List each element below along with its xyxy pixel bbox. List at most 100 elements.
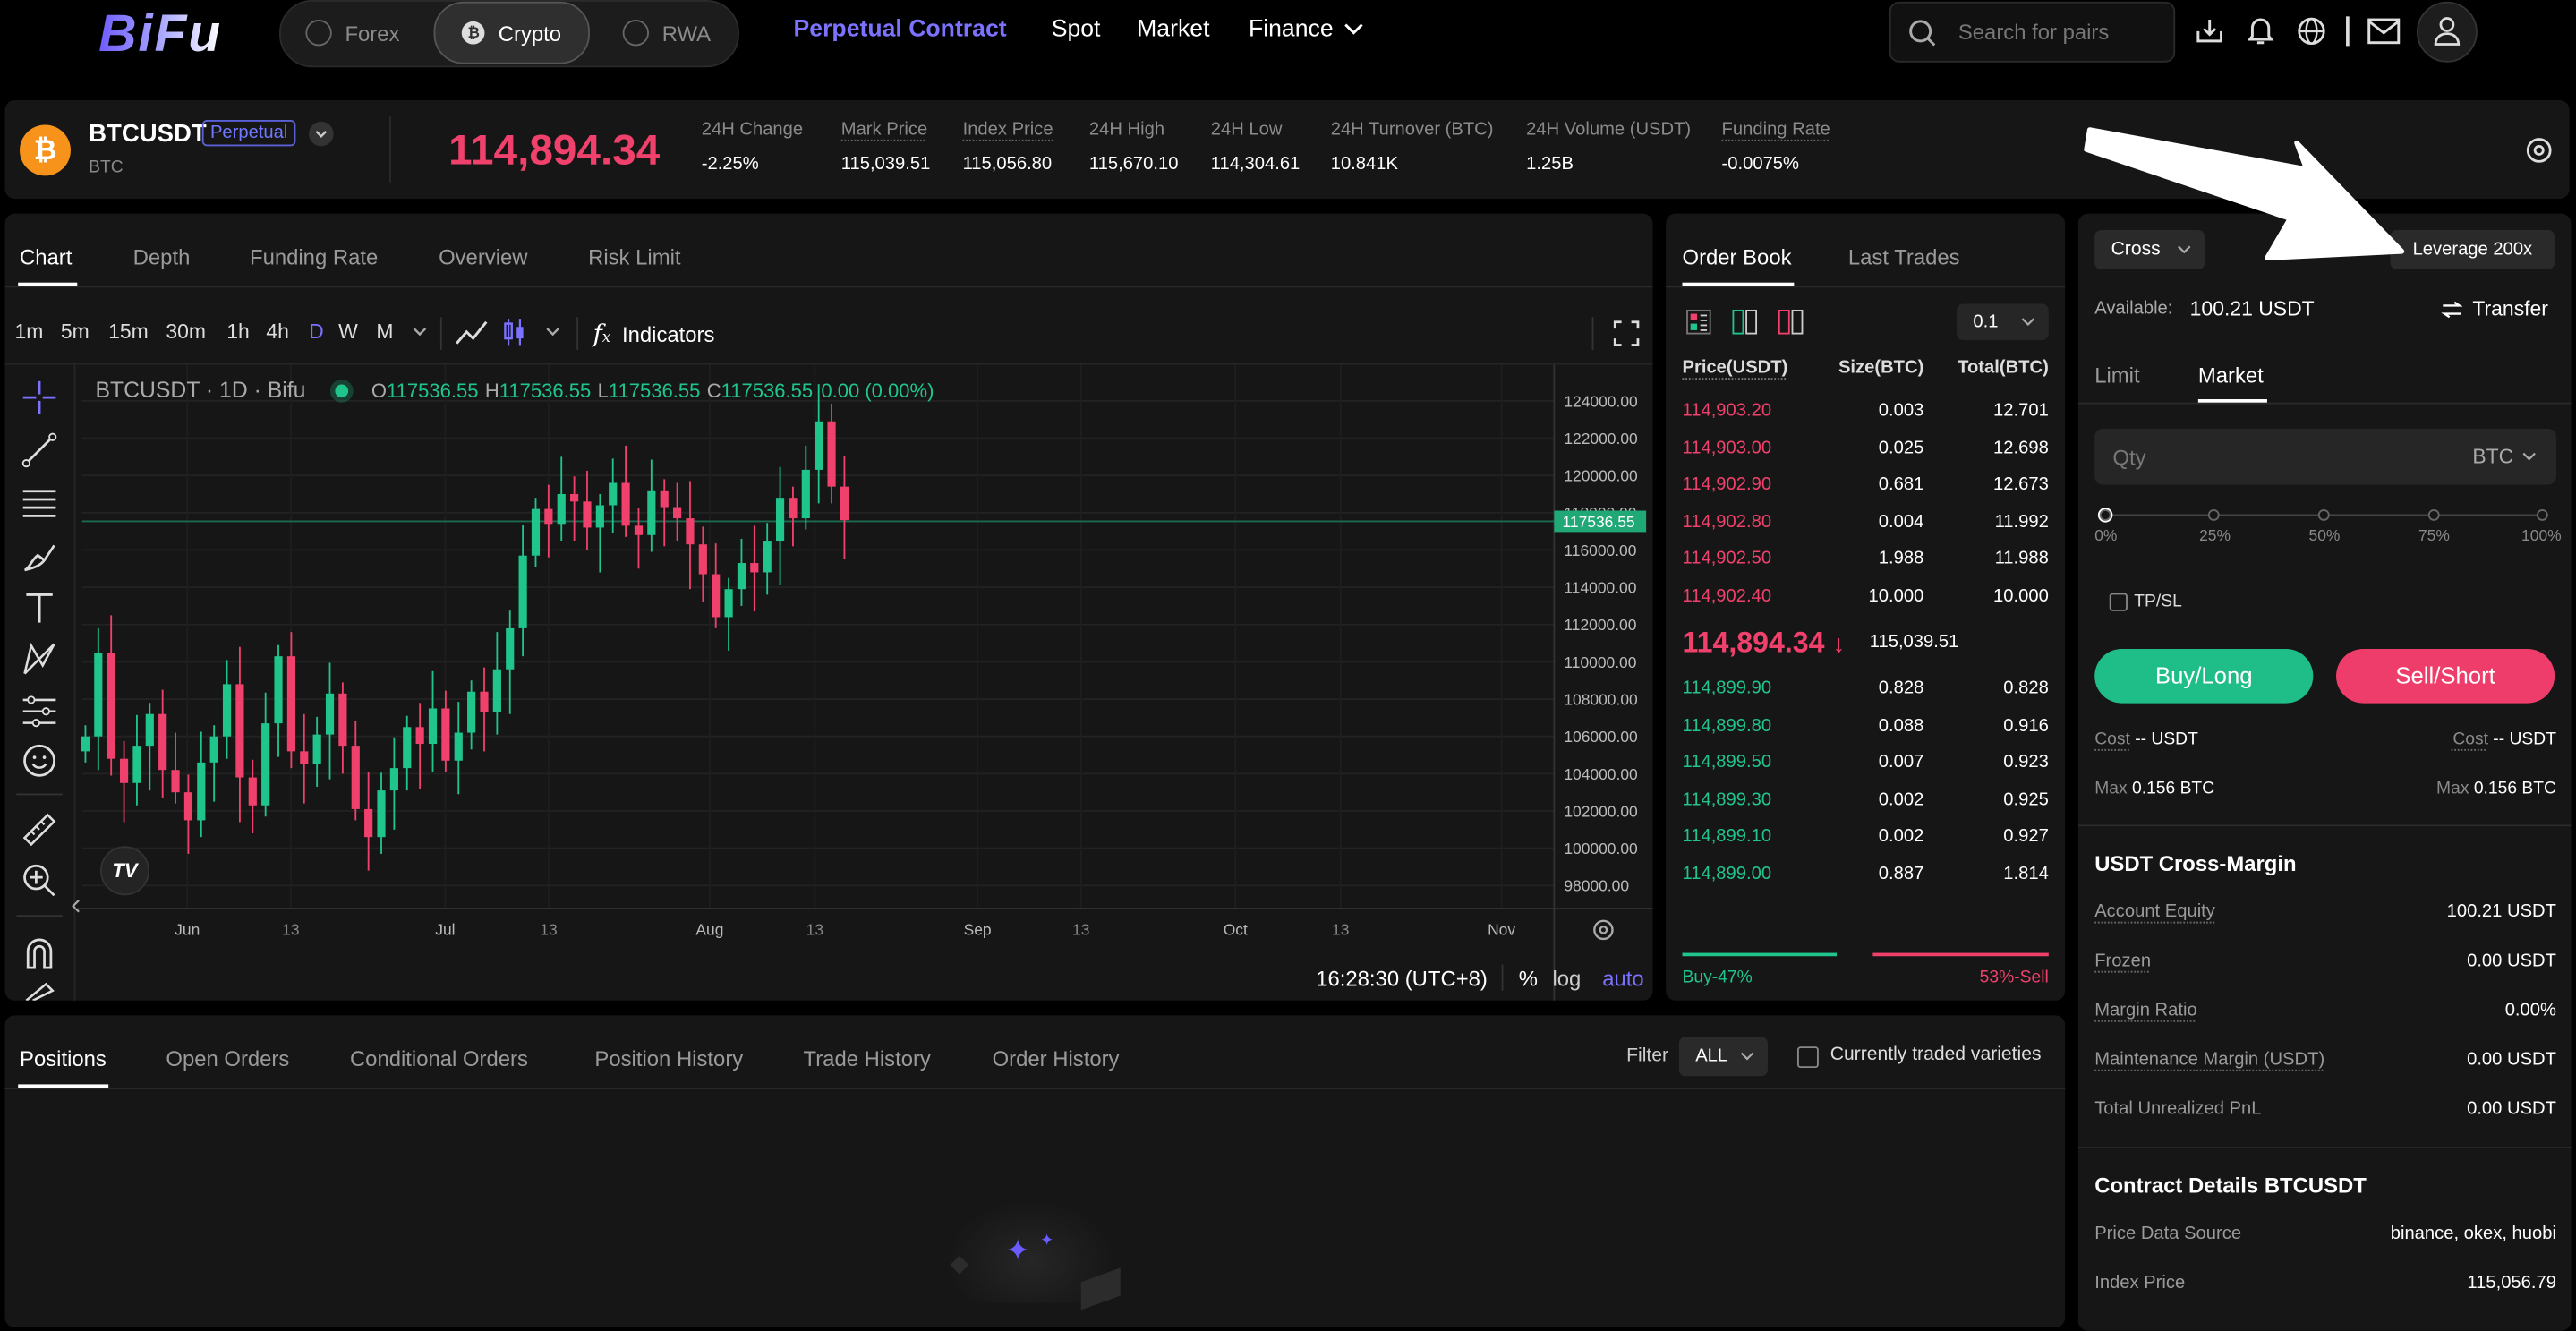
interval-1m[interactable]: 1m: [15, 320, 44, 344]
log-scale-toggle[interactable]: log: [1552, 965, 1581, 990]
ob-price[interactable]: 114,903.00: [1683, 438, 1772, 457]
zoom-in-icon[interactable]: [21, 863, 57, 899]
tpsl-checkbox[interactable]: [2109, 593, 2128, 611]
interval-15m[interactable]: 15m: [108, 320, 149, 344]
positions-tab-order-history[interactable]: Order History: [993, 1046, 1120, 1071]
toolbar-divider: [439, 317, 442, 350]
ob-price[interactable]: 114,899.30: [1683, 789, 1772, 809]
interval-5m[interactable]: 5m: [61, 320, 90, 344]
positions-tab-trade-history[interactable]: Trade History: [804, 1046, 931, 1071]
slider-tick[interactable]: [2427, 508, 2439, 521]
book-both-view-icon[interactable]: [1685, 309, 1711, 335]
ob-price[interactable]: 114,899.90: [1683, 678, 1772, 698]
interval-4h[interactable]: 4h: [266, 320, 289, 344]
mail-icon[interactable]: [2367, 18, 2401, 45]
tab-last-trades[interactable]: Last Trades: [1848, 244, 1960, 269]
emoji-icon[interactable]: [21, 743, 57, 779]
tab-crypto[interactable]: ₿ Crypto: [433, 1, 590, 64]
ob-price[interactable]: 114,902.40: [1683, 586, 1772, 606]
candle-chart-type-icon[interactable]: [503, 317, 526, 346]
tab-order-book[interactable]: Order Book: [1683, 244, 1792, 269]
chart-type-chevron-icon[interactable]: [545, 327, 560, 337]
ob-price[interactable]: 114,902.90: [1683, 475, 1772, 495]
tab-market[interactable]: Market: [2198, 363, 2264, 388]
indicators-button[interactable]: fx Indicators: [593, 319, 715, 348]
stat-label: 24H Turnover (BTC): [1330, 119, 1494, 141]
ob-price[interactable]: 114,903.20: [1683, 401, 1772, 421]
user-avatar-button[interactable]: [2416, 1, 2478, 63]
ob-price[interactable]: 114,899.50: [1683, 753, 1772, 772]
brush-icon[interactable]: [21, 537, 57, 573]
lock-drawing-icon[interactable]: [21, 982, 57, 1001]
prediction-icon[interactable]: [21, 694, 57, 729]
logo[interactable]: BiFu: [98, 4, 222, 64]
precision-select[interactable]: 0.1: [1957, 303, 2049, 340]
ob-price[interactable]: 114,899.00: [1683, 864, 1772, 883]
nav-spot[interactable]: Spot: [1052, 16, 1101, 42]
qty-input[interactable]: Qty BTC: [2094, 429, 2556, 485]
buy-long-button[interactable]: Buy/Long: [2094, 649, 2314, 704]
download-icon[interactable]: [2195, 16, 2224, 46]
book-asks-view-icon[interactable]: [1778, 309, 1804, 335]
chart-tab-chart[interactable]: Chart: [20, 244, 72, 269]
symbol-dropdown-button[interactable]: [309, 121, 334, 147]
chart-tab-overview[interactable]: Overview: [439, 244, 527, 269]
chart-tab-risk-limit[interactable]: Risk Limit: [588, 244, 680, 269]
chart-tab-depth[interactable]: Depth: [133, 244, 191, 269]
ob-price[interactable]: 114,899.80: [1683, 716, 1772, 736]
pattern-icon[interactable]: [21, 641, 57, 677]
tradingview-logo[interactable]: TV: [99, 846, 150, 896]
magnet-icon[interactable]: [21, 934, 57, 970]
transfer-button[interactable]: Transfer: [2441, 297, 2548, 320]
tab-rwa[interactable]: RWA: [622, 16, 711, 49]
positions-tab-position-history[interactable]: Position History: [594, 1046, 743, 1071]
fullscreen-icon[interactable]: [1613, 320, 1640, 346]
x-tick-label: 13: [282, 920, 299, 938]
tab-forex[interactable]: Forex: [305, 16, 399, 49]
interval-D[interactable]: D: [309, 320, 324, 344]
interval-W[interactable]: W: [338, 320, 358, 344]
positions-tab-open-orders[interactable]: Open Orders: [166, 1046, 289, 1071]
nav-finance[interactable]: Finance: [1249, 16, 1363, 43]
chart-tab-funding-rate[interactable]: Funding Rate: [250, 244, 378, 269]
percent-scale-toggle[interactable]: %: [1519, 965, 1538, 990]
slider-tick[interactable]: [2317, 508, 2330, 521]
book-bids-view-icon[interactable]: [1732, 309, 1758, 335]
trend-line-icon[interactable]: [21, 432, 57, 468]
ob-price[interactable]: 114,902.50: [1683, 550, 1772, 569]
slider-tick[interactable]: [2098, 508, 2111, 521]
ob-size: 0.002: [1878, 826, 1924, 847]
search-input[interactable]: Search for pairs: [1958, 20, 2109, 45]
positions-tab-positions[interactable]: Positions: [20, 1046, 107, 1071]
ob-header-price: Price(USDT): [1682, 358, 1788, 379]
sell-short-button[interactable]: Sell/Short: [2336, 649, 2555, 704]
globe-icon[interactable]: [2297, 16, 2326, 46]
ruler-icon[interactable]: [21, 812, 57, 848]
axis-settings-icon[interactable]: [1592, 918, 1616, 942]
positions-tab-conditional-orders[interactable]: Conditional Orders: [350, 1046, 528, 1071]
auto-scale-toggle[interactable]: auto: [1602, 965, 1643, 990]
chevron-down-icon: [2522, 452, 2536, 461]
price-chart[interactable]: 124000.00122000.00120000.00118000.001160…: [75, 364, 1653, 1001]
interval-30m[interactable]: 30m: [166, 320, 206, 344]
interval-M[interactable]: M: [376, 320, 393, 344]
nav-market[interactable]: Market: [1137, 16, 1209, 42]
interval-1h[interactable]: 1h: [226, 320, 250, 344]
interval-more-chevron-icon[interactable]: [413, 327, 428, 337]
qty-unit-select[interactable]: BTC: [2472, 445, 2537, 468]
currently-traded-checkbox[interactable]: [1796, 1046, 1819, 1069]
nav-perpetual[interactable]: Perpetual Contract: [794, 16, 1007, 42]
ob-price[interactable]: 114,902.80: [1683, 512, 1772, 532]
horizontal-lines-icon[interactable]: [21, 484, 57, 520]
line-chart-type-icon[interactable]: [455, 320, 488, 346]
symbol-name[interactable]: BTCUSDT: [89, 120, 207, 148]
y-tick-label: 122000.00: [1564, 430, 1638, 448]
filter-select[interactable]: ALL: [1678, 1037, 1768, 1077]
ob-price[interactable]: 114,899.10: [1683, 827, 1772, 847]
tab-limit[interactable]: Limit: [2094, 363, 2139, 388]
text-icon[interactable]: [21, 590, 57, 626]
crosshair-icon[interactable]: [21, 380, 57, 415]
bell-icon[interactable]: [2246, 15, 2275, 47]
settings-icon[interactable]: [2525, 136, 2553, 164]
search-box[interactable]: Search for pairs: [1889, 1, 2176, 63]
